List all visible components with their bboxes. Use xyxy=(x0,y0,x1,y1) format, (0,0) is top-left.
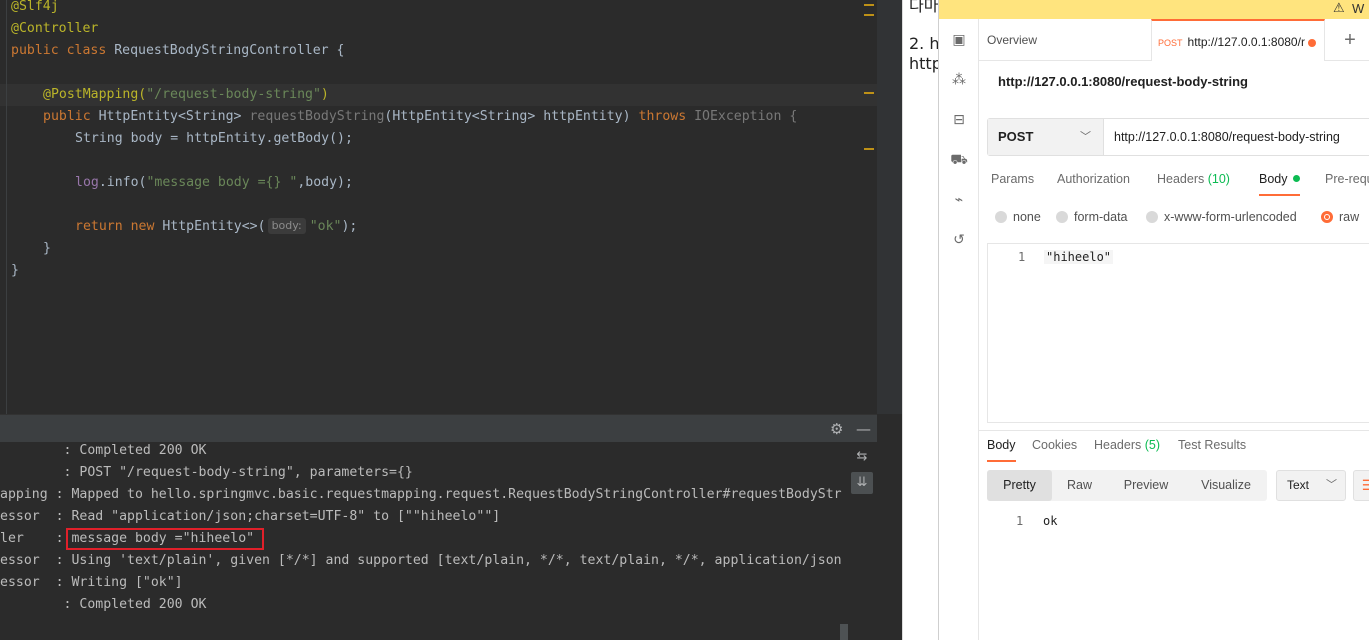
view-mode-bar: Pretty Raw Preview Visualize xyxy=(987,470,1267,501)
body-editor[interactable]: 1 "hiheelo" xyxy=(987,243,1369,423)
code-line-3[interactable]: public class RequestBodyStringController… xyxy=(11,40,344,62)
soft-wrap-icon[interactable]: ⇆ xyxy=(851,446,873,468)
run-console[interactable]: ⚙ — : Completed 200 OK : POST "/request-… xyxy=(0,414,877,640)
doc-text: 2. h xyxy=(909,34,938,53)
doc-text: http xyxy=(909,54,938,73)
tab-authorization[interactable]: Authorization xyxy=(1057,172,1130,196)
response-tab-cookies[interactable]: Cookies xyxy=(1032,438,1077,462)
minimize-icon[interactable]: — xyxy=(856,420,871,438)
response-tab-headers[interactable]: Headers (5) xyxy=(1094,438,1160,462)
divider xyxy=(979,430,1369,431)
log-line: : Completed 200 OK xyxy=(63,597,207,612)
format-select[interactable]: Text ﹀ xyxy=(1276,470,1346,501)
highlight-box xyxy=(66,528,264,550)
radio-raw[interactable]: raw xyxy=(1321,210,1359,224)
environments-icon[interactable]: ⊟ xyxy=(950,111,968,129)
collections-icon[interactable]: ▣ xyxy=(950,31,968,49)
user-icon: ⚠ xyxy=(1333,0,1345,15)
parameter-hint: body: xyxy=(267,218,306,234)
apis-icon[interactable]: ⁂ xyxy=(950,71,968,89)
log-line: apping : Mapped to hello.springmvc.basic… xyxy=(0,487,842,502)
console-scrollbar[interactable] xyxy=(840,624,848,640)
sidebar-rail: ▣ ⁂ ⊟ ⛟ ⌁ ↺ xyxy=(939,19,979,640)
response-tab-test-results[interactable]: Test Results xyxy=(1178,438,1246,462)
log-line: : Completed 200 OK xyxy=(63,443,207,458)
response-line-number: 1 xyxy=(1016,514,1024,528)
notification-banner[interactable]: ⚠ W xyxy=(939,0,1369,19)
tab-params[interactable]: Params xyxy=(991,172,1034,196)
tab-body[interactable]: Body xyxy=(1259,172,1300,196)
warning-marker[interactable] xyxy=(864,14,874,16)
unsaved-dot xyxy=(1308,39,1316,47)
log-line: : POST "/request-body-string", parameter… xyxy=(63,465,413,480)
tab-overview[interactable]: Overview xyxy=(987,19,1147,61)
chevron-down-icon: ﹀ xyxy=(1326,479,1337,491)
editor-scrollbar[interactable] xyxy=(877,0,902,414)
code-line-5[interactable]: @PostMapping("/request-body-string") xyxy=(43,84,329,106)
log-line: essor : Writing ["ok"] xyxy=(0,575,183,590)
response-body[interactable]: ok xyxy=(1043,514,1057,528)
console-toolbar: ⚙ — xyxy=(0,414,877,442)
doc-text: 다마 xyxy=(909,0,938,15)
url-input[interactable]: http://127.0.0.1:8080/request-body-strin… xyxy=(1114,119,1340,155)
warning-marker[interactable] xyxy=(864,148,874,150)
document-window: 다마 2. h http xyxy=(902,0,938,640)
warning-marker[interactable] xyxy=(864,92,874,94)
code-editor[interactable]: @Slf4j @Controller public class RequestB… xyxy=(0,0,877,414)
request-tabs-bar: Overview POST http://127.0.0.1:8080/r + xyxy=(979,19,1369,61)
chevron-down-icon: ﹀ xyxy=(1080,131,1091,143)
view-preview-button[interactable]: Preview xyxy=(1107,470,1185,501)
new-tab-button[interactable]: + xyxy=(1335,19,1365,61)
radio-urlencoded[interactable]: x-www-form-urlencoded xyxy=(1146,210,1297,224)
wrap-lines-icon[interactable]: ☰ xyxy=(1353,470,1369,501)
indent-guide xyxy=(6,0,7,414)
code-line-12[interactable]: } xyxy=(43,238,51,260)
mock-servers-icon[interactable]: ⛟ xyxy=(950,151,968,169)
radio-none[interactable]: none xyxy=(995,210,1041,224)
response-tab-body[interactable]: Body xyxy=(987,438,1016,462)
view-pretty-button[interactable]: Pretty xyxy=(987,470,1052,501)
code-line-9[interactable]: log.info("message body ={} ",body); xyxy=(75,172,353,194)
tab-headers[interactable]: Headers (10) xyxy=(1157,172,1230,196)
tab-prerequest[interactable]: Pre-requ xyxy=(1325,172,1369,196)
scroll-to-end-icon[interactable]: ⇊ xyxy=(851,472,873,494)
log-line: essor : Read "application/json;charset=U… xyxy=(0,509,501,524)
code-line-7[interactable]: String body = httpEntity.getBody(); xyxy=(75,128,353,150)
monitors-icon[interactable]: ⌁ xyxy=(950,191,968,209)
view-raw-button[interactable]: Raw xyxy=(1052,470,1107,501)
warning-marker[interactable] xyxy=(864,4,874,6)
view-visualize-button[interactable]: Visualize xyxy=(1185,470,1267,501)
method-select[interactable]: POST ﹀ xyxy=(988,119,1104,155)
code-line-2[interactable]: @Controller xyxy=(11,18,98,40)
status-dot xyxy=(1292,175,1300,182)
radio-form-data[interactable]: form-data xyxy=(1056,210,1128,224)
url-bar: POST ﹀ http://127.0.0.1:8080/request-body… xyxy=(987,118,1369,156)
code-line-13[interactable]: } xyxy=(11,260,19,282)
request-title[interactable]: http://127.0.0.1:8080/request-body-strin… xyxy=(998,74,1248,89)
tab-request[interactable]: POST http://127.0.0.1:8080/r xyxy=(1151,19,1325,61)
code-line-1[interactable]: @Slf4j xyxy=(11,0,59,18)
code-line-11[interactable]: return new HttpEntity<>(body: "ok"); xyxy=(75,216,357,238)
gear-icon[interactable]: ⚙ xyxy=(830,420,843,438)
postman-window: ⚠ W ▣ ⁂ ⊟ ⛟ ⌁ ↺ Overview POST http://127.… xyxy=(938,0,1369,640)
log-line: essor : Using 'text/plain', given [*/*] … xyxy=(0,553,842,568)
code-line-6[interactable]: public HttpEntity<String> requestBodyStr… xyxy=(43,106,797,128)
history-icon[interactable]: ↺ xyxy=(950,231,968,249)
